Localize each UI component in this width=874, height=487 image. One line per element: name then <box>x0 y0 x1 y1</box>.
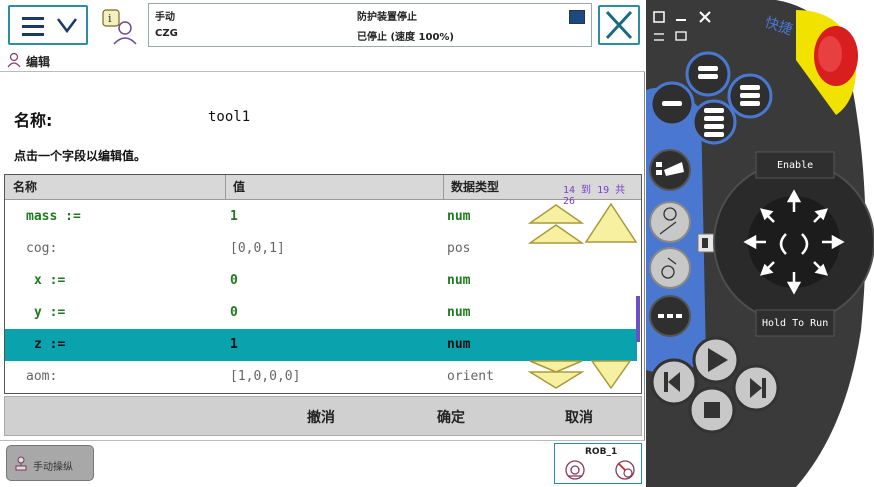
hold-to-run-label: Hold To Run <box>762 318 828 329</box>
user-info-icon[interactable]: i <box>100 8 140 46</box>
row-value: 0 <box>230 273 238 288</box>
row-name: aom: <box>26 369 58 384</box>
row-name: cog: <box>26 241 58 256</box>
increment-icon <box>615 460 635 480</box>
jog-label: 手动操纵 <box>33 462 73 473</box>
main-menu-button[interactable] <box>8 5 88 45</box>
row-name: mass := <box>26 209 81 224</box>
page-down-icon[interactable] <box>528 360 584 390</box>
quickset-robot-box[interactable]: ROB_1 <box>554 443 642 484</box>
name-label: 名称: <box>14 111 53 130</box>
hamburger-icon <box>22 17 44 36</box>
row-value: 1 <box>230 337 238 352</box>
row-type: num <box>447 337 471 352</box>
ok-button[interactable]: 确定 <box>437 407 465 427</box>
column-divider <box>225 175 226 200</box>
task-bar: 手动操纵 ROB_1 <box>0 440 645 487</box>
instruction-text: 点击一个字段以编辑值。 <box>14 149 147 163</box>
row-type: num <box>447 273 471 288</box>
chevron-down-icon <box>57 18 77 34</box>
flexpendant-screen: i 手动 CZG 防护装置停止 已停止 (速度 100%) 编辑 名称: too… <box>0 0 645 487</box>
row-value: [1,0,0,0] <box>230 369 301 384</box>
row-name: z := <box>34 337 66 352</box>
program-speed: 已停止 (速度 100%) <box>357 32 454 43</box>
mechanical-unit-icon <box>565 460 585 480</box>
jogging-task-button[interactable]: 手动操纵 <box>6 445 94 481</box>
virtual-pendant: 快捷 Enable Hold To Run <box>646 0 874 487</box>
row-value: 0 <box>230 305 238 320</box>
scroll-down-icon[interactable] <box>590 360 632 390</box>
window-title: 编辑 <box>26 55 51 69</box>
jog-icon <box>15 456 27 471</box>
table-row-selected[interactable]: z := 1 num <box>5 329 637 361</box>
close-icon <box>605 10 633 40</box>
table-scrollbar[interactable] <box>636 296 640 342</box>
row-value: [0,0,1] <box>230 241 285 256</box>
table-row[interactable]: x := 0 num <box>5 265 637 297</box>
status-panel[interactable]: 手动 CZG 防护装置停止 已停止 (速度 100%) <box>148 3 592 47</box>
page-up-icon[interactable] <box>528 203 584 245</box>
table-header: 名称 值 数据类型 14 到 19 共 26 <box>5 175 641 207</box>
close-button[interactable] <box>598 5 640 45</box>
cancel-button[interactable]: 取消 <box>565 407 593 427</box>
motor-state: 防护装置停止 <box>357 12 417 23</box>
row-name: y := <box>34 305 66 320</box>
column-header-value: 值 <box>233 180 246 194</box>
edit-icon <box>7 52 21 68</box>
controller-name: CZG <box>155 28 178 39</box>
window-title-bar: 编辑 <box>0 50 645 72</box>
action-bar: 撤消 确定 取消 <box>4 396 642 436</box>
row-type: num <box>447 209 471 224</box>
row-type: num <box>447 305 471 320</box>
enable-label: Enable <box>777 160 813 171</box>
robot-label: ROB_1 <box>585 447 618 457</box>
table-row[interactable]: y := 0 num <box>5 297 637 329</box>
program-status-icon <box>569 10 585 24</box>
row-value: 1 <box>230 209 238 224</box>
operating-mode: 手动 <box>155 12 175 23</box>
column-header-type: 数据类型 <box>451 180 500 194</box>
column-header-name: 名称 <box>13 180 38 194</box>
scroll-up-icon[interactable] <box>584 202 638 244</box>
row-type: orient <box>447 369 494 384</box>
top-bar: i 手动 CZG 防护装置停止 已停止 (速度 100%) <box>0 0 645 50</box>
tool-name-value: tool1 <box>208 109 251 125</box>
column-divider <box>443 175 444 200</box>
svg-text:i: i <box>108 12 112 25</box>
undo-button[interactable]: 撤消 <box>307 407 335 427</box>
row-type: pos <box>447 241 471 256</box>
row-name: x := <box>34 273 66 288</box>
toggle-axis-button[interactable] <box>649 247 691 289</box>
